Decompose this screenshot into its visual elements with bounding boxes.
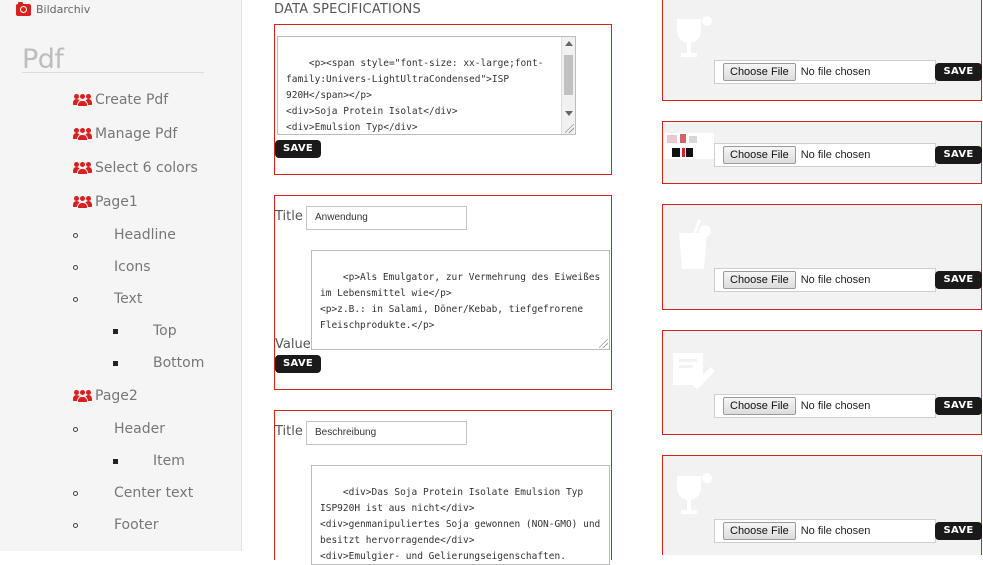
sidebar-item-label: Page2 (95, 388, 138, 404)
image-save-button[interactable]: SAVE (935, 146, 982, 164)
spec-card: <p><span style="font-size: xx-large;font… (274, 24, 612, 175)
value-label: Value (275, 337, 311, 352)
field-card-beschreibung: Title Beschreibung <div>Das Soja Protein… (274, 410, 612, 565)
file-status: No file chosen (800, 525, 871, 537)
sidebar-item-label: Top (153, 323, 177, 339)
image-save-button[interactable]: SAVE (935, 397, 982, 415)
value-code-text: <p>Als Emulgator, zur Vermehrung des Eiw… (320, 272, 601, 331)
users-icon (73, 195, 92, 209)
choose-file-button[interactable]: Choose File (723, 522, 796, 540)
sidebar-item-create-pdf[interactable]: Create Pdf (73, 92, 168, 108)
image-save-button[interactable]: SAVE (935, 63, 982, 81)
choose-file-button[interactable]: Choose File (723, 271, 796, 289)
sidebar-item-page2[interactable]: Page2 (73, 388, 138, 404)
image-upload-card: Choose File No file chosen SAVE (662, 455, 982, 555)
resize-handle[interactable] (599, 339, 608, 348)
resize-handle[interactable] (565, 124, 574, 133)
sidebar-item-manage-pdf[interactable]: Manage Pdf (73, 126, 177, 142)
sidebar-item-label: Headline (114, 227, 176, 243)
users-icon (73, 127, 92, 141)
spec-save-button[interactable]: SAVE (275, 140, 321, 158)
image-upload-card: Choose File No file chosen SAVE (662, 204, 982, 310)
file-status: No file chosen (800, 66, 871, 78)
sidebar-item-center-text[interactable]: Center text (73, 485, 193, 501)
users-icon (73, 389, 92, 403)
file-input[interactable]: Choose File No file chosen (714, 60, 936, 84)
sidebar-item-label: Icons (114, 259, 151, 275)
sidebar-divider (22, 72, 204, 73)
sidebar-item-label: Header (114, 421, 165, 437)
drink-icon (679, 219, 711, 269)
sidebar-item-label: Footer (114, 517, 159, 533)
sidebar-item-select-colors[interactable]: Select 6 colors (73, 160, 198, 176)
sidebar-item-text[interactable]: Text (73, 291, 142, 307)
anwendung-save-button[interactable]: SAVE (275, 355, 321, 373)
file-status: No file chosen (800, 400, 871, 412)
square-bullet-icon (113, 458, 118, 464)
sidebar-item-footer[interactable]: Footer (73, 517, 159, 533)
title-label: Title (275, 209, 303, 224)
sidebar-title: Pdf (22, 44, 64, 75)
spec-code-text: <p><span style="font-size: xx-large;font… (286, 58, 544, 133)
circle-bullet-icon (73, 232, 78, 238)
sidebar-item-icons[interactable]: Icons (73, 259, 151, 275)
image-save-button[interactable]: SAVE (935, 271, 982, 289)
sidebar-item-label: Text (114, 291, 143, 307)
sidebar-item-item[interactable]: Item (113, 453, 185, 469)
circle-bullet-icon (73, 426, 78, 432)
file-input[interactable]: Choose File No file chosen (714, 519, 936, 543)
file-input[interactable]: Choose File No file chosen (714, 143, 936, 167)
sidebar-item-label: Create Pdf (95, 92, 169, 108)
choose-file-button[interactable]: Choose File (723, 63, 796, 81)
camera-icon (16, 1, 31, 16)
sidebar-item-header[interactable]: Header (73, 421, 165, 437)
thumbnail-image (664, 133, 714, 159)
field-card-anwendung: Title Anwendung <p>Als Emulgator, zur Ve… (274, 195, 612, 390)
file-input[interactable]: Choose File No file chosen (714, 394, 936, 418)
sidebar-item-label: Manage Pdf (95, 126, 178, 142)
editor-scrollbar[interactable] (561, 37, 575, 134)
circle-bullet-icon (73, 490, 78, 496)
sidebar-item-headline[interactable]: Headline (73, 227, 176, 243)
sidebar-item-page1[interactable]: Page1 (73, 194, 138, 210)
check-badge-icon (673, 353, 716, 390)
sidebar-item-label: Center text (114, 485, 194, 501)
sidebar-item-label: Select 6 colors (95, 160, 198, 176)
sidebar-item-top[interactable]: Top (113, 323, 177, 339)
title-input[interactable]: Anwendung (306, 206, 467, 230)
sidebar-item-label: Item (153, 453, 185, 469)
square-bullet-icon (113, 328, 118, 334)
image-save-button[interactable]: SAVE (935, 522, 982, 540)
circle-bullet-icon (73, 296, 78, 302)
value-code-text: <div>Das Soja Protein Isolate Emulsion T… (320, 487, 601, 562)
image-upload-card: Choose File No file chosen SAVE (662, 0, 982, 101)
value-editor[interactable]: <div>Das Soja Protein Isolate Emulsion T… (311, 465, 610, 565)
choose-file-button[interactable]: Choose File (723, 397, 796, 415)
goblet-icon (677, 473, 712, 514)
image-upload-card: Choose File No file chosen SAVE (662, 121, 982, 184)
users-icon (73, 93, 92, 107)
users-icon (73, 161, 92, 175)
file-status: No file chosen (800, 274, 871, 286)
title-label: Title (275, 424, 303, 439)
bildarchiv-label: Bildarchiv (36, 3, 91, 16)
choose-file-button[interactable]: Choose File (723, 146, 796, 164)
section-title: DATA SPECIFICATIONS (274, 2, 421, 17)
circle-bullet-icon (73, 264, 78, 270)
spec-html-editor[interactable]: <p><span style="font-size: xx-large;font… (277, 36, 576, 135)
circle-bullet-icon (73, 522, 78, 528)
file-input[interactable]: Choose File No file chosen (714, 268, 936, 292)
sidebar-item-bottom[interactable]: Bottom (113, 355, 204, 371)
sidebar-item-label: Page1 (95, 194, 138, 210)
sidebar: Bildarchiv Pdf Create Pdf Manage Pdf Sel… (0, 0, 242, 551)
sidebar-item-label: Bottom (153, 355, 205, 371)
bildarchiv-link[interactable]: Bildarchiv (16, 1, 91, 16)
file-status: No file chosen (800, 149, 871, 161)
image-upload-card: Choose File No file chosen SAVE (662, 330, 982, 435)
square-bullet-icon (113, 360, 118, 366)
goblet-icon (677, 16, 712, 57)
title-input[interactable]: Beschreibung (306, 421, 467, 445)
value-editor[interactable]: <p>Als Emulgator, zur Vermehrung des Eiw… (311, 250, 610, 350)
